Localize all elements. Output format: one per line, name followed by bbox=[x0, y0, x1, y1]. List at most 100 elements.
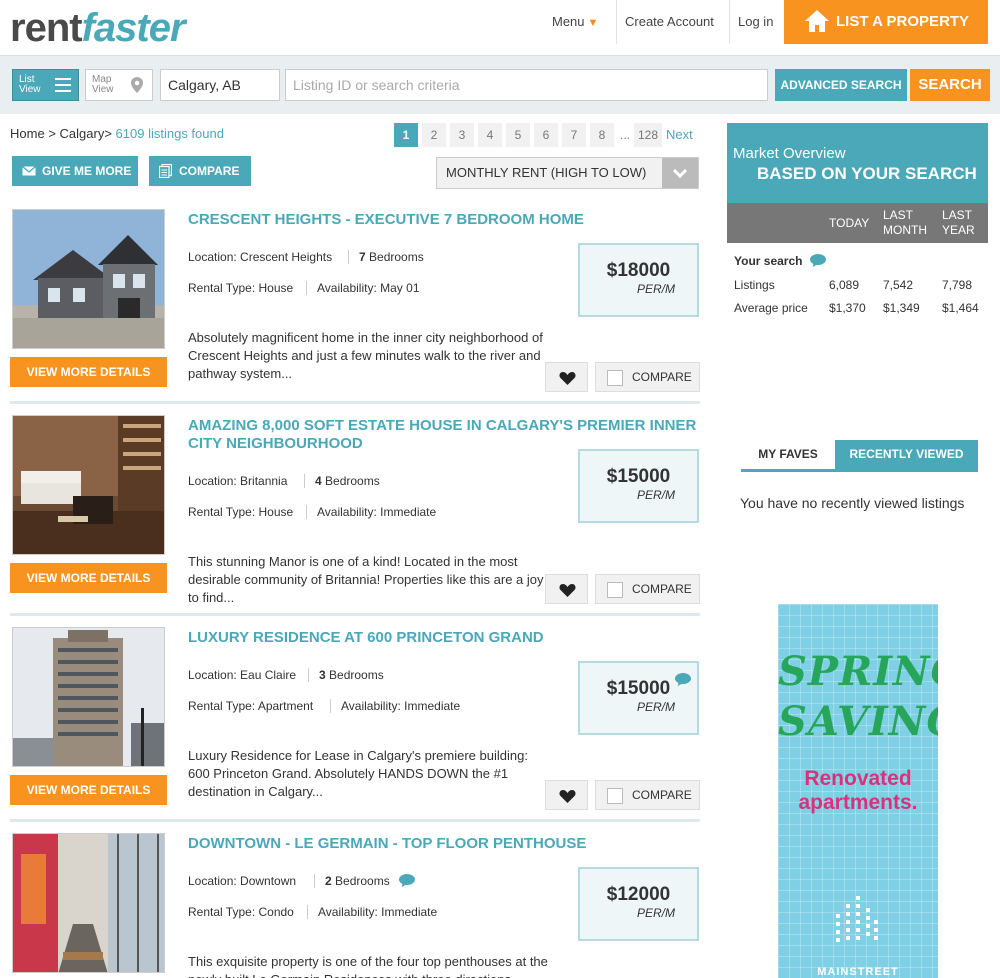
favorite-button[interactable] bbox=[545, 780, 588, 810]
chat-bubble-icon bbox=[399, 874, 416, 887]
tab-recently-viewed[interactable]: RECENTLY VIEWED bbox=[835, 440, 978, 469]
menu-dropdown[interactable]: Menu ▼ bbox=[544, 0, 606, 44]
listing-photo[interactable] bbox=[12, 209, 165, 349]
breadcrumb-city[interactable]: Calgary bbox=[60, 126, 105, 141]
listing-price: $12000 bbox=[606, 884, 671, 905]
market-table-header: TODAY LAST MONTH LAST YEAR bbox=[727, 203, 988, 243]
market-avg-year: $1,464 bbox=[942, 301, 979, 315]
ad-subline: Renovated bbox=[804, 767, 912, 790]
price-period: PER/M bbox=[636, 282, 675, 296]
envelope-icon bbox=[22, 166, 36, 176]
market-row-label: Average price bbox=[734, 301, 808, 315]
listing-card: VIEW MORE DETAILS CRESCENT HEIGHTS - EXE… bbox=[10, 209, 700, 415]
page-last[interactable]: 128 bbox=[634, 123, 662, 147]
listing-availability: Availability: Immediate bbox=[307, 905, 437, 919]
listing-description: Luxury Residence for Lease in Calgary's … bbox=[188, 748, 528, 799]
listing-bedrooms: 2 Bedrooms bbox=[314, 874, 416, 888]
chevron-down-icon: ▼ bbox=[587, 17, 599, 29]
page-3[interactable]: 3 bbox=[450, 123, 474, 147]
list-icon bbox=[55, 78, 71, 96]
site-header: rentfaster Menu ▼ Create Account Log in L… bbox=[0, 0, 1000, 56]
listing-title[interactable]: CRESCENT HEIGHTS - EXECUTIVE 7 BEDROOM H… bbox=[188, 211, 698, 229]
listing-bedrooms: 4 Bedrooms bbox=[304, 474, 380, 488]
ad-brand: MAINSTREET bbox=[817, 966, 899, 978]
page-7[interactable]: 7 bbox=[562, 123, 586, 147]
listing-title[interactable]: LUXURY RESIDENCE AT 600 PRINCETON GRAND bbox=[188, 629, 698, 647]
price-period: PER/M bbox=[636, 700, 675, 714]
search-button[interactable]: SEARCH bbox=[910, 69, 990, 101]
checkbox-icon bbox=[607, 370, 623, 386]
listing-title[interactable]: DOWNTOWN - LE GERMAIN - TOP FLOOR PENTHO… bbox=[188, 835, 698, 853]
page-1[interactable]: 1 bbox=[394, 123, 418, 147]
favorite-button[interactable] bbox=[545, 574, 588, 604]
rentfaster-logo[interactable]: rentfaster bbox=[10, 6, 186, 51]
list-view-button[interactable]: List View bbox=[12, 69, 79, 101]
ad-headline: SPRING bbox=[778, 648, 938, 695]
view-more-details-button[interactable]: VIEW MORE DETAILS bbox=[10, 775, 167, 805]
compare-button[interactable]: COMPARE bbox=[149, 156, 251, 186]
page-4[interactable]: 4 bbox=[478, 123, 502, 147]
favorite-button[interactable] bbox=[545, 362, 588, 392]
search-bar: List View Map View ADVANCED SEARCH SEARC… bbox=[0, 56, 1000, 114]
search-criteria-input[interactable] bbox=[285, 69, 768, 101]
login-link[interactable]: Log in bbox=[729, 0, 781, 44]
listing-price: $15000 bbox=[606, 466, 671, 487]
breadcrumb-separator: > bbox=[104, 126, 112, 141]
building-logo-icon bbox=[836, 896, 878, 942]
breadcrumb-home[interactable]: Home bbox=[10, 126, 45, 141]
listing-title[interactable]: AMAZING 8,000 SOFT ESTATE HOUSE IN CALGA… bbox=[188, 417, 698, 453]
listing-photo[interactable] bbox=[12, 415, 165, 555]
compare-checkbox-button[interactable]: COMPARE bbox=[595, 780, 700, 810]
location-input[interactable] bbox=[160, 69, 280, 101]
page-2[interactable]: 2 bbox=[422, 123, 446, 147]
market-avg-today: $1,370 bbox=[829, 301, 866, 315]
price-box: $15000 PER/M bbox=[578, 661, 699, 735]
listing-photo[interactable] bbox=[12, 833, 165, 973]
view-more-details-button[interactable]: VIEW MORE DETAILS bbox=[10, 357, 167, 387]
sidebar-tabs: MY FAVES RECENTLY VIEWED bbox=[741, 440, 978, 472]
view-more-details-button[interactable]: VIEW MORE DETAILS bbox=[10, 563, 167, 593]
list-property-button[interactable]: LIST A PROPERTY bbox=[784, 0, 988, 44]
listing-price: $18000 bbox=[606, 260, 671, 281]
listing-card: VIEW MORE DETAILS AMAZING 8,000 SOFT EST… bbox=[10, 415, 700, 621]
home-icon bbox=[805, 10, 829, 32]
price-box: $12000 PER/M bbox=[578, 867, 699, 941]
listing-card: VIEW MORE DETAILS LUXURY RESIDENCE AT 60… bbox=[10, 627, 700, 833]
heart-icon bbox=[559, 584, 576, 597]
listing-rental-type: Rental Type: Condo bbox=[188, 905, 294, 919]
market-row-label: Listings bbox=[734, 278, 775, 292]
market-avg-month: $1,349 bbox=[883, 301, 920, 315]
ad-subline: apartments. bbox=[798, 791, 918, 814]
listing-location: Location: Crescent Heights bbox=[188, 250, 333, 264]
page-6[interactable]: 6 bbox=[534, 123, 558, 147]
empty-state-text: You have no recently viewed listings bbox=[740, 495, 965, 511]
price-box: $18000 PER/M bbox=[578, 243, 699, 317]
page-8[interactable]: 8 bbox=[590, 123, 614, 147]
heart-icon bbox=[559, 790, 576, 803]
listing-bedrooms: 7 Bedrooms bbox=[348, 250, 424, 264]
listing-card: DOWNTOWN - LE GERMAIN - TOP FLOOR PENTHO… bbox=[10, 833, 700, 978]
listing-photo[interactable] bbox=[12, 627, 165, 767]
advanced-search-button[interactable]: ADVANCED SEARCH bbox=[775, 69, 907, 101]
listing-location: Location: Downtown bbox=[188, 874, 297, 888]
price-period: PER/M bbox=[636, 906, 675, 920]
advertisement-banner[interactable]: SPRING SAVINGS Renovated apartments. MAI… bbox=[778, 604, 938, 978]
chat-bubble-icon bbox=[675, 673, 691, 686]
breadcrumb-separator: > bbox=[48, 126, 56, 141]
your-search-label: Your search bbox=[734, 254, 826, 268]
compare-checkbox-button[interactable]: COMPARE bbox=[595, 362, 700, 392]
divider bbox=[10, 613, 700, 616]
tab-my-faves[interactable]: MY FAVES bbox=[741, 440, 835, 469]
create-account-link[interactable]: Create Account bbox=[616, 0, 722, 44]
listing-description: This stunning Manor is one of a kind! Lo… bbox=[188, 554, 544, 605]
listing-availability: Availability: May 01 bbox=[306, 281, 420, 295]
sort-select[interactable]: MONTHLY RENT (HIGH TO LOW) bbox=[436, 157, 699, 189]
compare-checkbox-button[interactable]: COMPARE bbox=[595, 574, 700, 604]
page-5[interactable]: 5 bbox=[506, 123, 530, 147]
next-page-link[interactable]: Next bbox=[666, 123, 693, 147]
give-me-more-button[interactable]: GIVE ME MORE bbox=[12, 156, 138, 186]
col-today: TODAY bbox=[829, 216, 870, 230]
listing-rental-type: Rental Type: House bbox=[188, 281, 294, 295]
compare-icon bbox=[159, 164, 172, 178]
map-view-button[interactable]: Map View bbox=[85, 69, 153, 101]
